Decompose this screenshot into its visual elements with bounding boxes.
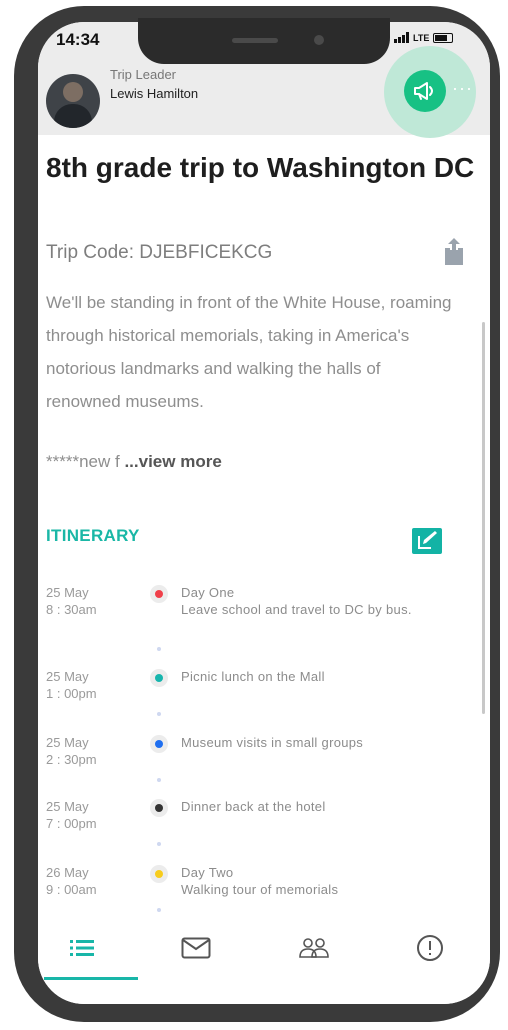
trip-description: We'll be standing in front of the White … [46,293,452,411]
timeline-connector [157,712,161,716]
itinerary-text: Museum visits in small groups [181,735,364,750]
itinerary-dot [150,799,168,817]
itinerary-date: 25 May 8 : 30am [46,585,97,617]
timeline-connector [157,908,161,912]
speaker-grille [232,38,278,43]
itinerary-text: Dinner back at the hotel [181,799,326,814]
itinerary-date: 26 May 9 : 00am [46,865,97,897]
phone-notch [138,18,390,64]
announce-button[interactable] [404,70,446,112]
active-tab-indicator [44,977,138,980]
more-dots-icon[interactable]: ··· [452,78,473,99]
status-indicators: LTE [394,32,454,43]
scrollbar[interactable] [482,322,485,714]
group-icon [299,938,329,958]
tab-group[interactable] [294,930,334,966]
edit-itinerary-button[interactable] [412,528,442,554]
timeline-connector [157,842,161,846]
mail-icon [181,937,211,959]
itinerary-text: Day Two Walking tour of memorials [181,865,339,897]
itinerary-date: 25 May 1 : 00pm [46,669,97,701]
itinerary-dot [150,865,168,883]
itinerary-text: Picnic lunch on the Mall [181,669,325,684]
itinerary-dot [150,735,168,753]
description-truncated: *****new f ...view more [46,452,222,472]
list-icon [70,940,94,956]
battery-icon [433,32,454,43]
itinerary-dot [150,669,168,687]
itinerary-date: 25 May 2 : 30pm [46,735,97,767]
timeline-connector [157,647,161,651]
timeline-connector [157,778,161,782]
bottom-nav [38,918,490,1004]
network-label: LTE [413,32,430,43]
tab-itinerary[interactable] [62,930,102,966]
app-screen: Trip Leader Lewis Hamilton ··· 8th grade… [38,22,490,1004]
truncated-text: *****new f [46,452,120,471]
view-more-link[interactable]: ...view more [124,452,221,471]
itinerary-heading: ITINERARY [46,526,140,545]
leader-role: Trip Leader [110,67,176,82]
megaphone-icon [414,82,433,100]
page-title: 8th grade trip to Washington DC [46,152,475,183]
itinerary-text: Day One Leave school and travel to DC by… [181,585,412,617]
edit-icon [418,531,437,549]
itinerary-date: 25 May 7 : 00pm [46,799,97,831]
alert-icon [417,935,443,961]
leader-name[interactable]: Lewis Hamilton [110,86,198,101]
itinerary-dot [150,585,168,603]
avatar[interactable] [46,74,100,128]
tab-alerts[interactable] [410,930,450,966]
trip-code: Trip Code: DJEBFICEKCG [46,242,273,263]
status-time: 14:34 [56,30,100,49]
tab-messages[interactable] [176,930,216,966]
signal-icon [394,32,409,43]
front-camera [314,35,324,45]
share-icon[interactable] [442,236,466,271]
